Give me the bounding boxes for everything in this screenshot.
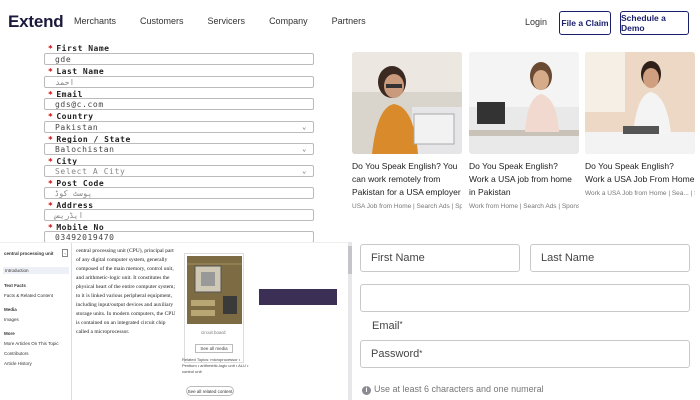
ad-source: USA Job from Home | Search Ads | Sponsor… xyxy=(352,203,462,210)
blank-input[interactable] xyxy=(360,284,690,312)
ad-source: Work from Home | Search Ads | Sponsored xyxy=(469,203,579,210)
sidebar-item[interactable]: Facts & Related Content xyxy=(4,293,53,298)
sidebar-item-introduction[interactable]: Introduction xyxy=(3,267,69,274)
sidebar-heading: Media xyxy=(4,307,17,312)
image-caption: circuit board xyxy=(201,330,226,335)
password-hint-text: Use at least 6 characters and one numera… xyxy=(374,384,544,394)
registration-form: First Name gde Last Name احمد Email gds@… xyxy=(40,44,318,243)
schedule-demo-button[interactable]: Schedule a Demo xyxy=(620,11,689,35)
top-nav: Extend Merchants Customers Servicers Com… xyxy=(0,0,700,44)
email-field[interactable]: gds@c.com xyxy=(44,98,314,110)
ad-photo xyxy=(585,52,695,154)
login-link[interactable]: Login xyxy=(525,17,547,27)
sidebar-item[interactable]: More Articles On This Topic xyxy=(4,341,59,346)
logo[interactable]: Extend xyxy=(8,12,64,32)
ad-banner[interactable] xyxy=(259,289,337,305)
ad-photo xyxy=(469,52,579,154)
nav-merchants[interactable]: Merchants xyxy=(74,16,116,26)
last-name-field[interactable]: احمد xyxy=(44,76,314,88)
chevron-down-icon: ⌄ xyxy=(302,145,307,153)
region-value: Balochistan xyxy=(55,145,115,154)
sidebar-heading: More xyxy=(4,331,15,336)
first-name-field[interactable]: gde xyxy=(44,53,314,65)
password-input[interactable]: Password xyxy=(360,340,690,368)
ad-photo xyxy=(352,52,462,154)
nav-partners[interactable]: Partners xyxy=(332,16,366,26)
nav-company[interactable]: Company xyxy=(269,16,308,26)
see-related-button[interactable]: See all related content → xyxy=(186,386,234,400)
sidebar-item[interactable]: Images xyxy=(4,317,19,322)
region-select[interactable]: Balochistan ⌄ xyxy=(44,143,314,155)
sidebar-title: central processing unit xyxy=(4,251,54,256)
info-icon: i xyxy=(362,386,371,395)
ad-card[interactable]: Do You Speak English? Work a USA Job Fro… xyxy=(585,52,695,197)
last-name-label: Last Name xyxy=(48,67,104,76)
circuit-board-image xyxy=(187,256,242,324)
chevron-down-icon: ⌄ xyxy=(302,123,307,131)
first-name-label: First Name xyxy=(48,44,110,53)
country-label: Country xyxy=(48,112,94,121)
sidebar-item[interactable]: Contributors xyxy=(4,351,29,356)
signup-form: First Name Last Name Email Password iUse… xyxy=(352,232,700,400)
nav-customers[interactable]: Customers xyxy=(140,16,184,26)
ad-source: Work a USA Job from Home | Sea... | Spon… xyxy=(585,190,695,197)
first-name-input[interactable]: First Name xyxy=(360,244,520,272)
media-card[interactable]: circuit board See all media xyxy=(184,253,244,363)
see-all-media-button[interactable]: See all media xyxy=(195,344,233,353)
nav-servicers[interactable]: Servicers xyxy=(208,16,246,26)
last-name-input[interactable]: Last Name xyxy=(530,244,690,272)
city-select[interactable]: Select A City ⌄ xyxy=(44,165,314,177)
ad-title[interactable]: Do You Speak English? Work a USA job fro… xyxy=(469,160,579,199)
country-value: Pakistan xyxy=(55,123,99,132)
ad-title[interactable]: Do You Speak English? You can work remot… xyxy=(352,160,462,199)
password-hint: i Use at least 6 characters and one numer… xyxy=(362,384,544,395)
related-topics: Related Topics: microprocessor • Pentium… xyxy=(182,357,249,374)
ad-card[interactable]: Do You Speak English? You can work remot… xyxy=(352,52,462,210)
post-code-field[interactable]: پوسٹ کوڈ xyxy=(44,187,314,199)
country-select[interactable]: Pakistan ⌄ xyxy=(44,121,314,133)
screenshot-collage: Extend Merchants Customers Servicers Com… xyxy=(0,0,700,400)
ad-title[interactable]: Do You Speak English? Work a USA Job Fro… xyxy=(585,160,695,186)
password-label: Password xyxy=(371,348,422,360)
address-field[interactable]: ایڈریس xyxy=(44,209,314,221)
city-value: Select A City xyxy=(55,167,126,176)
sidebar-heading: Text Facts xyxy=(4,283,26,288)
sidebar-item[interactable]: Article History xyxy=(4,361,32,366)
article-panel: central processing unit ‹ Introduction T… xyxy=(0,242,348,400)
email-label: Email xyxy=(372,320,403,332)
file-claim-button[interactable]: File a Claim xyxy=(559,11,611,35)
article-body: central processing unit (CPU), principal… xyxy=(76,248,176,335)
chevron-down-icon: ⌄ xyxy=(302,167,307,175)
nav-links: Merchants Customers Servicers Company Pa… xyxy=(74,16,390,26)
sponsored-ads: Do You Speak English? You can work remot… xyxy=(352,52,696,232)
collapse-icon[interactable]: ‹ xyxy=(62,249,68,257)
ad-card[interactable]: Do You Speak English? Work a USA job fro… xyxy=(469,52,579,210)
article-sidebar: central processing unit ‹ Introduction T… xyxy=(0,243,72,400)
